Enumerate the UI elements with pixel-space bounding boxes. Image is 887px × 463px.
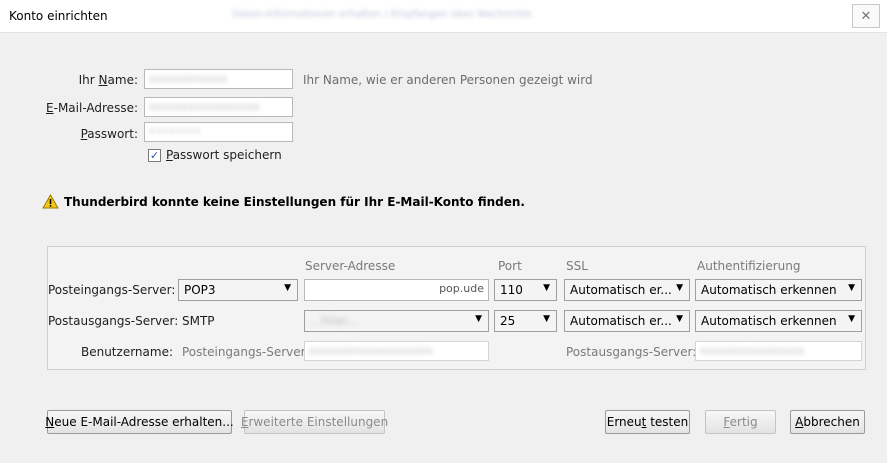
cancel-button[interactable]: Abbrechen xyxy=(790,410,865,434)
username-outgoing-label: Postausgangs-Server: xyxy=(566,345,697,359)
warning-icon xyxy=(42,194,59,209)
window-subtitle: Daten-Informationen erhalten / Empfangen… xyxy=(232,9,532,20)
advanced-settings-button[interactable]: Erweiterte Einstellungen xyxy=(240,410,389,434)
outgoing-ssl-value: Automatisch er... xyxy=(570,314,672,328)
incoming-port-value: 110 xyxy=(500,283,523,297)
email-input[interactable]: xxxxxxxxxxxxxxxxx xyxy=(144,97,293,117)
name-input[interactable]: xxxxxxxxxxxx xyxy=(144,69,293,89)
chevron-down-icon: ▼ xyxy=(475,314,482,324)
chevron-down-icon: ▼ xyxy=(848,314,855,324)
outgoing-auth-value: Automatisch erkennen xyxy=(701,314,837,328)
chevron-down-icon: ▼ xyxy=(543,314,550,324)
incoming-username-input[interactable]: xxxxxxxxxxxxxxxxxxx xyxy=(304,341,489,361)
name-label: Ihr Name: xyxy=(78,73,138,87)
close-icon: ✕ xyxy=(860,8,872,24)
header-server-address: Server-Adresse xyxy=(305,259,396,273)
cancel-label: Abbrechen xyxy=(795,415,860,429)
outgoing-port-select[interactable]: 25 ▼ xyxy=(494,310,557,332)
window-title: Konto einrichten xyxy=(9,9,108,23)
warning-message: Thunderbird konnte keine Einstellungen f… xyxy=(64,195,525,209)
outgoing-auth-select[interactable]: Automatisch erkennen ▼ xyxy=(695,310,862,332)
incoming-protocol-select[interactable]: POP3 ▼ xyxy=(178,279,298,301)
outgoing-server-label: Postausgangs-Server: xyxy=(48,314,179,328)
advanced-settings-label: Erweiterte Einstellungen xyxy=(240,415,389,429)
done-button[interactable]: Fertig xyxy=(705,410,776,434)
save-password-checkbox[interactable]: ✓ xyxy=(148,149,161,162)
new-email-address-label: Neue E-Mail-Adresse erhalten... xyxy=(45,415,234,429)
retest-label: Erneut testen xyxy=(606,415,689,429)
retest-button[interactable]: Erneut testen xyxy=(605,410,690,434)
incoming-port-select[interactable]: 110 ▼ xyxy=(494,279,557,301)
email-label: E-Mail-Adresse: xyxy=(46,101,138,115)
done-label: Fertig xyxy=(723,415,758,429)
outgoing-protocol: SMTP xyxy=(182,314,215,328)
password-input[interactable]: •••••••• xyxy=(144,122,293,142)
save-password-label: Passwort speichern xyxy=(166,148,282,162)
password-label: Passwort: xyxy=(80,127,138,141)
chevron-down-icon: ▼ xyxy=(676,314,683,324)
incoming-server-label: Posteingangs-Server: xyxy=(48,283,176,297)
chevron-down-icon: ▼ xyxy=(543,283,550,293)
chevron-down-icon: ▼ xyxy=(284,283,291,293)
outgoing-ssl-select[interactable]: Automatisch er... ▼ xyxy=(564,310,690,332)
outgoing-server-address-value: ...hiler... xyxy=(310,314,359,328)
incoming-ssl-select[interactable]: Automatisch er... ▼ xyxy=(564,279,690,301)
chevron-down-icon: ▼ xyxy=(676,283,683,293)
outgoing-server-address[interactable]: ...hiler... ▼ xyxy=(304,310,489,332)
header-authentication: Authentifizierung xyxy=(697,259,801,273)
new-email-address-button[interactable]: Neue E-Mail-Adresse erhalten... xyxy=(45,410,234,434)
incoming-ssl-value: Automatisch er... xyxy=(570,283,672,297)
outgoing-username-input[interactable]: xxxxxxxxxxxxxxxx xyxy=(695,341,862,361)
username-incoming-label: Posteingangs-Server: xyxy=(182,345,310,359)
incoming-server-address-value: pop.ude xyxy=(439,282,484,295)
incoming-protocol-value: POP3 xyxy=(184,283,216,297)
close-button[interactable]: ✕ xyxy=(852,4,880,28)
username-label: Benutzername: xyxy=(80,345,173,359)
name-hint: Ihr Name, wie er anderen Personen gezeig… xyxy=(303,73,593,87)
incoming-auth-value: Automatisch erkennen xyxy=(701,283,837,297)
incoming-auth-select[interactable]: Automatisch erkennen ▼ xyxy=(695,279,862,301)
outgoing-port-value: 25 xyxy=(500,314,516,328)
chevron-down-icon: ▼ xyxy=(848,283,855,293)
header-port: Port xyxy=(498,259,522,273)
incoming-server-address[interactable]: pop.ude xyxy=(304,279,489,301)
header-ssl: SSL xyxy=(566,259,588,273)
